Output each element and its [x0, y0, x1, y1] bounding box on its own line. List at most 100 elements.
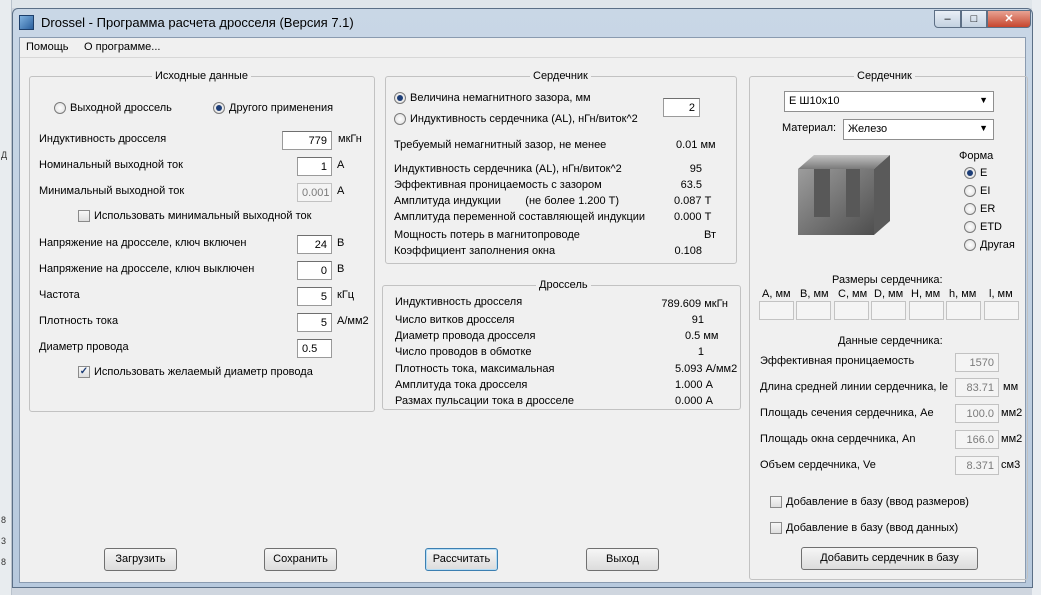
nominal-current-label: Номинальный выходной ток — [39, 159, 183, 171]
fill-factor-value: 0.108 — [674, 245, 702, 257]
ac-induction-label: Амплитуда переменной составляющей индукц… — [394, 211, 646, 223]
choke-wire-label: Диаметр провода дросселя — [395, 330, 536, 342]
material-combo[interactable]: Железо ▼ — [843, 119, 994, 140]
add-core-button[interactable]: Добавить сердечник в базу — [801, 547, 978, 570]
min-current-unit: А — [337, 185, 345, 197]
current-amp-label: Амплитуда тока дросселя — [395, 379, 528, 391]
max-density-label: Плотность тока, максимальная — [395, 363, 555, 375]
menu-about[interactable]: О программе... — [84, 41, 160, 53]
dim-b-input — [796, 301, 831, 320]
required-gap-value: 0.01 мм — [676, 139, 716, 151]
radio-form-e[interactable] — [964, 167, 976, 179]
save-button[interactable]: Сохранить — [264, 548, 337, 571]
radio-form-er[interactable] — [964, 203, 976, 215]
eff-perm-gap-value: 63.5 — [680, 179, 702, 191]
nominal-current-input[interactable]: 1 — [297, 157, 332, 176]
nominal-current-unit: А — [337, 159, 345, 171]
core-select-group: Сердечник Е Ш10х10 ▼ Материал: Железо ▼ — [749, 70, 1028, 580]
check-min-current[interactable] — [78, 210, 90, 222]
core-al-label: Индуктивность сердечника (AL), нГн/виток… — [394, 163, 622, 175]
form-etd-label: ETD — [980, 221, 1002, 233]
core-data-title: Данные сердечника: — [838, 335, 943, 347]
voltage-on-unit: В — [337, 237, 345, 249]
minimize-button[interactable]: ‒ — [934, 10, 961, 28]
wires-count-label: Число проводов в обмотке — [395, 346, 532, 358]
window-title: Drossel - Программа расчета дросселя (Ве… — [41, 15, 354, 30]
core-an-unit: мм2 — [1001, 433, 1023, 445]
core-perm-label: Эффективная проницаемость — [760, 355, 915, 367]
core-loss-label: Мощность потерь в магнитопроводе — [394, 229, 580, 241]
radio-other-use[interactable] — [213, 102, 225, 114]
form-title: Форма — [959, 150, 994, 162]
frequency-label: Частота — [39, 289, 80, 301]
radio-form-etd[interactable] — [964, 221, 976, 233]
radio-output-choke[interactable] — [54, 102, 66, 114]
check-add-data[interactable] — [770, 522, 782, 534]
dim-c-label: C, мм — [838, 288, 868, 300]
turns-value: 91 — [691, 314, 704, 326]
choke-inductance-value: 789.609 мкГн — [661, 298, 728, 310]
dim-c-input — [834, 301, 869, 320]
dim-d-input — [871, 301, 906, 320]
required-gap-label: Требуемый немагнитный зазор, не менее — [394, 139, 607, 151]
radio-al[interactable] — [394, 113, 406, 125]
dim-h2-input — [946, 301, 981, 320]
gap-input[interactable]: 2 — [663, 98, 700, 117]
frequency-input[interactable]: 5 — [297, 287, 332, 306]
title-bar[interactable]: Drossel - Программа расчета дросселя (Ве… — [13, 9, 1032, 37]
turns-label: Число витков дросселя — [395, 314, 515, 326]
voltage-off-input[interactable]: 0 — [297, 261, 332, 280]
desktop-fragment: Д — [1, 150, 8, 160]
e-core-image — [798, 155, 890, 235]
load-button[interactable]: Загрузить — [104, 548, 177, 571]
fill-factor-label: Коэффициент заполнения окна — [394, 245, 556, 257]
inductance-unit: мкГн — [338, 133, 362, 145]
exit-button[interactable]: Выход — [586, 548, 659, 571]
app-window: Drossel - Программа расчета дросселя (Ве… — [12, 8, 1033, 588]
check-add-dims[interactable] — [770, 496, 782, 508]
check-desired-wire[interactable]: ✓ — [78, 366, 90, 378]
form-other-label: Другая — [980, 239, 1015, 251]
menu-help[interactable]: Помощь — [26, 41, 69, 53]
induction-amp-value: 0.087 Т — [674, 195, 712, 207]
core-al-value: 95 — [689, 163, 702, 175]
choke-inductance-label: Индуктивность дросселя — [395, 296, 523, 308]
radio-form-other[interactable] — [964, 239, 976, 251]
client-area: Помощь О программе... Исходные данные Вы… — [19, 37, 1028, 583]
core-ve-unit: см3 — [1001, 459, 1021, 471]
ac-induction-value: 0.000 Т — [674, 211, 712, 223]
dim-d-label: D, мм — [874, 288, 904, 300]
app-icon — [19, 15, 34, 30]
desktop-fragment: 8 — [1, 557, 7, 567]
close-button[interactable]: ✕ — [987, 10, 1031, 28]
maximize-button[interactable]: □ — [961, 10, 987, 28]
core-select-title: Сердечник — [854, 70, 915, 82]
current-density-unit: А/мм2 — [337, 315, 369, 327]
radio-form-ei[interactable] — [964, 185, 976, 197]
core-perm-input: 1570 — [955, 353, 999, 372]
ripple-value: 0.000 А — [675, 395, 713, 407]
chevron-down-icon: ▼ — [979, 95, 988, 105]
choke-wire-value: 0.5 мм — [685, 330, 719, 342]
radio-output-label: Выходной дроссель — [70, 102, 172, 114]
inductance-input[interactable]: 779 — [282, 131, 332, 150]
core-combo[interactable]: Е Ш10х10 ▼ — [784, 91, 994, 112]
voltage-on-label: Напряжение на дросселе, ключ включен — [39, 237, 247, 249]
core-ve-input: 8.371 — [955, 456, 999, 475]
dims-title: Размеры сердечника: — [832, 274, 943, 286]
voltage-off-label: Напряжение на дросселе, ключ выключен — [39, 263, 255, 275]
radio-gap[interactable] — [394, 92, 406, 104]
current-density-input[interactable]: 5 — [297, 313, 332, 332]
inductance-label: Индуктивность дросселя — [39, 133, 167, 145]
wire-diameter-input[interactable]: 0.5 — [297, 339, 332, 358]
voltage-on-input[interactable]: 24 — [297, 235, 332, 254]
core-ae-label: Площадь сечения сердечника, Ae — [760, 407, 934, 419]
material-combo-value: Железо — [848, 123, 888, 135]
core-ae-unit: мм2 — [1001, 407, 1023, 419]
core-combo-value: Е Ш10х10 — [789, 95, 840, 107]
core-le-input: 83.71 — [955, 378, 999, 397]
menu-bar: Помощь О программе... — [20, 38, 1025, 58]
form-er-label: ER — [980, 203, 996, 215]
calculate-button[interactable]: Рассчитать — [425, 548, 498, 571]
core-ve-label: Объем сердечника, Ve — [760, 459, 876, 471]
